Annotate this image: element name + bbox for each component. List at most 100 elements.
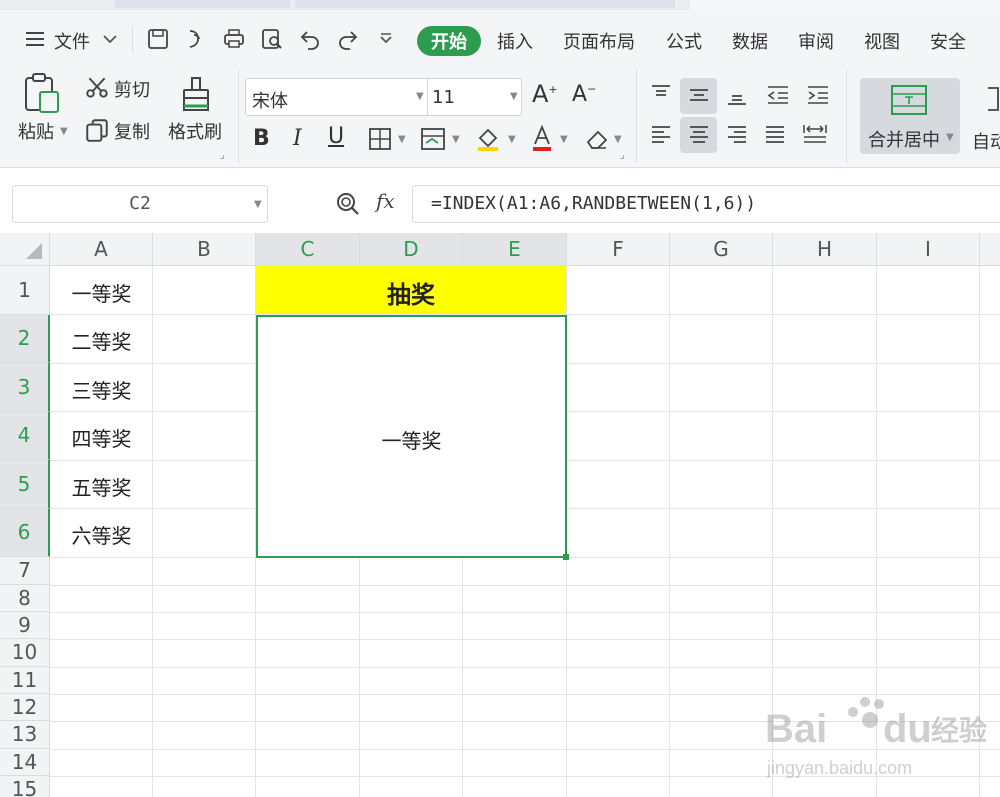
row-header-14[interactable]: 14	[0, 749, 50, 776]
print-preview-icon[interactable]	[259, 26, 285, 52]
chevron-down-icon[interactable]: ▼	[452, 134, 460, 145]
justify-icon[interactable]	[764, 124, 786, 146]
align-middle-icon[interactable]	[688, 84, 710, 106]
row-header-12[interactable]: 12	[0, 694, 50, 721]
zoom-search-icon[interactable]	[334, 190, 362, 218]
cut-button[interactable]: 剪切	[114, 76, 150, 102]
tab-formulas[interactable]: 公式	[666, 28, 702, 54]
wrap-text-icon[interactable]	[984, 84, 1000, 114]
align-right-icon[interactable]	[726, 124, 748, 146]
row-header-10[interactable]: 10	[0, 639, 50, 667]
cell-a2[interactable]: 二等奖	[50, 326, 153, 355]
customize-quick-access-icon[interactable]	[373, 26, 399, 52]
row-header-9[interactable]: 9	[0, 612, 50, 639]
increase-font-size-icon[interactable]: A+	[532, 80, 558, 108]
row-header-8[interactable]: 8	[0, 585, 50, 612]
underline-icon[interactable]: U	[328, 124, 344, 149]
tab-page-layout[interactable]: 页面布局	[563, 28, 635, 54]
hamburger-icon[interactable]	[22, 26, 48, 52]
chevron-down-icon[interactable]: ▼	[398, 134, 406, 145]
format-painter-button[interactable]: 格式刷	[166, 70, 228, 156]
save-icon[interactable]	[145, 26, 171, 52]
eraser-icon[interactable]	[584, 126, 610, 152]
distributed-align-icon[interactable]	[802, 122, 828, 146]
dialog-launcher-icon[interactable]: ⌟	[620, 150, 625, 161]
copy-button[interactable]: 复制	[114, 118, 150, 144]
column-header-g[interactable]: G	[670, 233, 773, 266]
document-tab[interactable]	[115, 0, 290, 8]
document-tab-active[interactable]	[690, 0, 1000, 10]
select-all-corner[interactable]	[0, 233, 50, 266]
merge-center-button[interactable]: 合并居中 ▼	[860, 78, 960, 154]
row-header-5[interactable]: 5	[0, 460, 50, 509]
dialog-launcher-icon[interactable]: ⌟	[220, 150, 225, 161]
tab-review[interactable]: 审阅	[798, 28, 834, 54]
column-header-j[interactable]	[980, 233, 1000, 266]
column-header-d[interactable]: D	[360, 233, 463, 266]
paste-button[interactable]: 粘贴 ▼	[14, 70, 70, 156]
column-header-e[interactable]: E	[463, 233, 567, 266]
decrease-font-size-icon[interactable]: A−	[572, 82, 596, 107]
chevron-down-icon[interactable]: ▼	[560, 134, 568, 145]
tab-security[interactable]: 安全	[930, 28, 966, 54]
column-header-h[interactable]: H	[773, 233, 877, 266]
auto-wrap-button[interactable]: 自动	[972, 128, 1000, 154]
chevron-down-icon[interactable]: ▼	[254, 199, 262, 210]
column-header-c[interactable]: C	[256, 233, 360, 266]
print-icon[interactable]	[221, 26, 247, 52]
align-center-icon[interactable]	[688, 124, 710, 146]
formula-input[interactable]: =INDEX(A1:A6,RANDBETWEEN(1,6))	[412, 185, 1000, 223]
row-header-1[interactable]: 1	[0, 266, 50, 315]
font-name-select[interactable]: 宋体	[245, 78, 428, 116]
tab-view[interactable]: 视图	[864, 28, 900, 54]
cell-a5[interactable]: 五等奖	[50, 472, 153, 501]
align-top-icon[interactable]	[650, 84, 672, 106]
export-pdf-icon[interactable]	[183, 26, 209, 52]
cell-a6[interactable]: 六等奖	[50, 520, 153, 549]
cell-a3[interactable]: 三等奖	[50, 375, 153, 404]
chevron-down-icon[interactable]	[97, 26, 123, 52]
undo-icon[interactable]	[297, 26, 323, 52]
row-header-6[interactable]: 6	[0, 509, 50, 557]
copy-icon[interactable]	[84, 117, 110, 143]
align-left-icon[interactable]	[650, 124, 672, 146]
cell-style-icon[interactable]	[420, 127, 446, 151]
chevron-down-icon[interactable]: ▼	[510, 91, 518, 102]
cell-a4[interactable]: 四等奖	[50, 423, 153, 452]
row-header-7[interactable]: 7	[0, 557, 50, 585]
bold-icon[interactable]: B	[253, 126, 270, 151]
chevron-down-icon[interactable]: ▼	[946, 132, 954, 143]
row-header-11[interactable]: 11	[0, 667, 50, 694]
scissors-icon[interactable]	[84, 75, 110, 101]
name-box[interactable]: C2	[12, 185, 268, 223]
font-size-select[interactable]: 11	[428, 78, 522, 116]
fill-handle[interactable]	[563, 554, 569, 560]
chevron-down-icon[interactable]: ▼	[60, 126, 68, 137]
fill-color-icon[interactable]	[474, 124, 502, 152]
tab-data[interactable]: 数据	[732, 28, 768, 54]
tab-insert[interactable]: 插入	[497, 28, 533, 54]
chevron-down-icon[interactable]: ▼	[416, 91, 424, 102]
italic-icon[interactable]: I	[293, 126, 302, 151]
row-header-4[interactable]: 4	[0, 412, 50, 460]
row-header-2[interactable]: 2	[0, 315, 50, 363]
column-header-b[interactable]: B	[153, 233, 256, 266]
row-header-13[interactable]: 13	[0, 721, 50, 749]
tab-home[interactable]: 开始	[417, 26, 481, 56]
cell-a1[interactable]: 一等奖	[50, 278, 153, 307]
font-color-icon[interactable]	[530, 124, 554, 152]
chevron-down-icon[interactable]: ▼	[508, 134, 516, 145]
increase-indent-icon[interactable]	[806, 84, 830, 106]
menu-file[interactable]: 文件	[54, 28, 90, 54]
row-header-15[interactable]: 15	[0, 776, 50, 797]
document-tab[interactable]	[295, 0, 675, 8]
column-header-a[interactable]: A	[50, 233, 153, 266]
fx-insert-function-button[interactable]: fx	[376, 189, 395, 213]
align-bottom-icon[interactable]	[726, 84, 748, 106]
column-header-i[interactable]: I	[877, 233, 980, 266]
decrease-indent-icon[interactable]	[766, 84, 790, 106]
borders-icon[interactable]	[368, 127, 392, 151]
chevron-down-icon[interactable]: ▼	[614, 134, 622, 145]
row-header-3[interactable]: 3	[0, 363, 50, 412]
redo-icon[interactable]	[335, 26, 361, 52]
